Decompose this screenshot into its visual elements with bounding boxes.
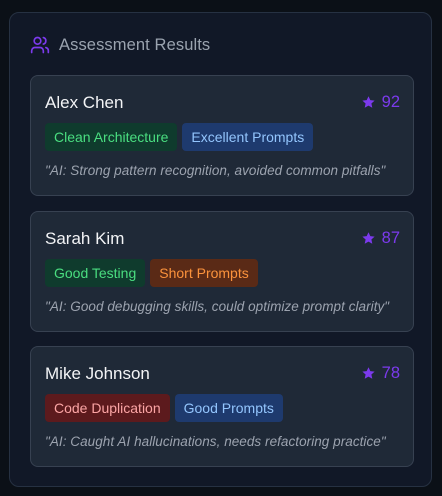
users-icon [30, 35, 50, 55]
score-value: 87 [381, 229, 400, 247]
tag-list: Good Testing Short Prompts [45, 259, 258, 287]
tag-list: Code Duplication Good Prompts [45, 394, 283, 422]
tag: Good Testing [45, 259, 146, 287]
candidate-card-alex-chen[interactable]: Alex Chen 92 Clean Architecture Excellen… [30, 75, 414, 196]
tag: Excellent Prompts [182, 123, 314, 151]
candidate-score: 78 [361, 364, 400, 383]
candidate-score: 92 [361, 93, 400, 112]
panel-header: Assessment Results [30, 33, 210, 57]
candidate-card-sarah-kim[interactable]: Sarah Kim 87 Good Testing Short Prompts … [30, 211, 414, 332]
candidate-score: 87 [361, 229, 400, 248]
score-value: 92 [381, 93, 400, 111]
candidate-card-mike-johnson[interactable]: Mike Johnson 78 Code Duplication Good Pr… [30, 346, 414, 467]
ai-note: "AI: Strong pattern recognition, avoided… [45, 163, 386, 178]
candidate-name: Sarah Kim [45, 229, 125, 248]
tag: Clean Architecture [45, 123, 178, 151]
score-value: 78 [381, 364, 400, 382]
tag-list: Clean Architecture Excellent Prompts [45, 123, 314, 151]
candidate-name: Mike Johnson [45, 364, 150, 383]
panel-title: Assessment Results [59, 35, 211, 54]
star-icon [361, 95, 376, 110]
tag: Code Duplication [45, 394, 170, 422]
candidate-name: Alex Chen [45, 93, 124, 112]
tag: Short Prompts [150, 259, 258, 287]
star-icon [361, 366, 376, 381]
tag: Good Prompts [174, 394, 283, 422]
ai-note: "AI: Caught AI hallucinations, needs ref… [45, 434, 386, 449]
star-icon [361, 231, 376, 246]
ai-note: "AI: Good debugging skills, could optimi… [45, 299, 390, 314]
assessment-results-panel: Assessment Results Alex Chen 92 Clean Ar… [9, 12, 432, 487]
